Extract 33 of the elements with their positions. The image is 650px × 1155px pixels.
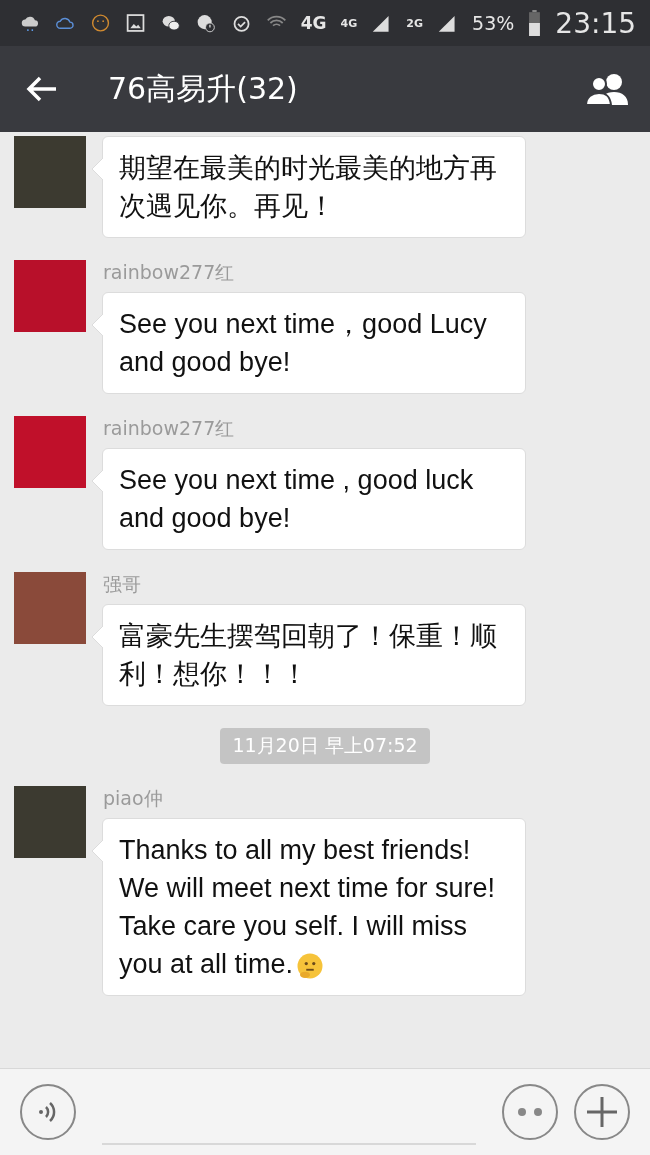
avatar-photo-placeholder[interactable] [14,136,86,208]
voice-button[interactable] [20,1084,76,1140]
smiley-eyes-icon [515,1105,545,1119]
message-bubble[interactable]: See you next time，good Lucy and good bye! [102,292,526,394]
avatar-photo-placeholder[interactable] [14,786,86,858]
battery-icon [528,9,542,37]
battery-percent: 53% [472,12,515,34]
avatar-photo-placeholder[interactable] [14,416,86,488]
bubble-tail [91,626,103,648]
timestamp: 11月20日 早上07:52 [220,728,430,764]
bubble-tail [91,314,103,336]
message-bubble[interactable]: 期望在最美的时光最美的地方再次遇见你。再见！ [102,136,526,238]
bubble-tail [91,470,103,492]
add-button[interactable] [574,1084,630,1140]
plus-icon [585,1095,619,1129]
sender-name: 强哥 [103,572,142,597]
bubble-tail [91,840,103,862]
back-arrow-icon[interactable] [26,75,58,103]
message-bubble[interactable]: See you next time , good luck and good bye! [102,448,526,550]
signal-label: 2G [406,16,423,30]
message-bubble[interactable]: 富豪先生摆驾回朝了！保重！顺利！想你！！！ [102,604,526,706]
message-bubble[interactable]: Thanks to all my best friends! We will meet next time for sure! Take care you self. I will miss you at all time. [102,818,526,996]
avatar-photo-placeholder[interactable] [14,260,86,332]
signal-label: 4G [340,16,358,30]
chat-title: 76高易升(32) [108,69,299,108]
sender-name: rainbow277红 [103,260,236,285]
emoji-button[interactable] [502,1084,558,1140]
sender-name: rainbow277红 [103,416,236,441]
bubble-tail [91,158,103,180]
avatar-photo-placeholder[interactable] [14,572,86,644]
network-type: 4G [300,13,327,33]
clock-time: 23:15 [555,6,637,40]
sender-name: piao仲 [103,786,164,811]
